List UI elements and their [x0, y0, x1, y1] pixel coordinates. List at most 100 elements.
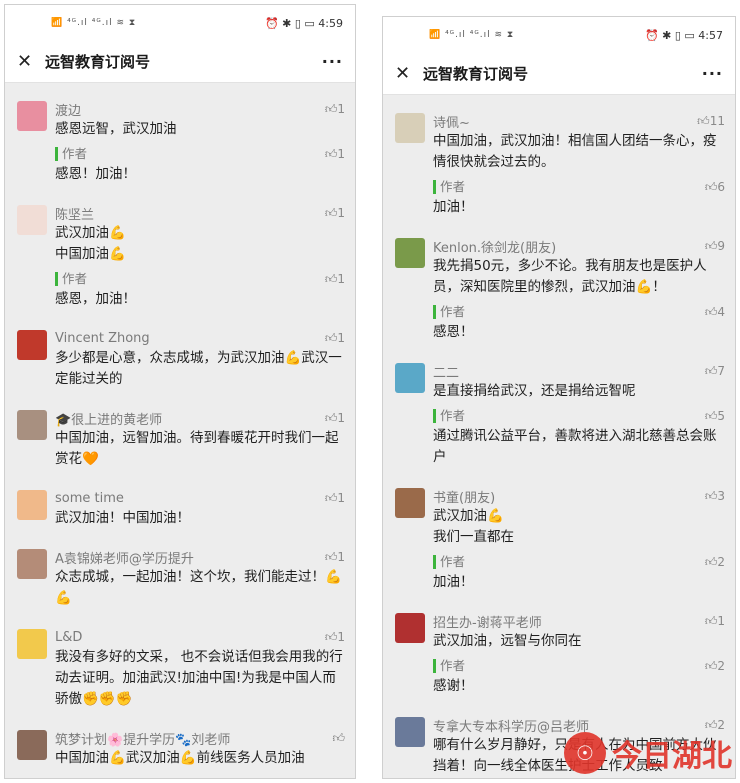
comment-header: 渡边 👍︎1	[55, 99, 345, 119]
reply-text: 通过腾讯公益平台，善款将进入湖北慈善总会账户	[433, 428, 717, 465]
thumbs-up-icon: 👍︎	[704, 179, 718, 194]
thumbs-up-icon: 👍︎	[704, 554, 718, 569]
thumbs-up-icon: 👍︎	[704, 613, 718, 628]
avatar[interactable]	[17, 490, 47, 520]
like-button[interactable]: 👍︎1	[325, 331, 345, 346]
commenter-name: Kenlon.徐剑龙(朋友)	[433, 240, 557, 256]
like-button[interactable]: 👍︎2	[705, 659, 725, 674]
avatar[interactable]	[17, 549, 47, 579]
author-label: 作者	[433, 305, 465, 319]
like-button[interactable]: 👍︎9	[705, 239, 725, 254]
like-count: 11	[709, 113, 725, 128]
status-bar: 📶 ⁴ᴳ.ıl ⁴ᴳ.ıl ≋ ⧗ ⏰ ✱ ▯ ▭ 4:59	[5, 5, 355, 41]
comment-list: 渡边 👍︎1 感恩远智，武汉加油 作者 👍︎1 感恩！加油！ 陈坚兰 👍︎1 武汉加油💪 中国加…	[5, 83, 355, 777]
comment-item: 陈坚兰 👍︎1 武汉加油💪 中国加油💪 作者 👍︎1 感恩，加油！	[5, 193, 355, 318]
thumbs-up-icon: 👍︎	[324, 490, 338, 505]
like-count: 1	[337, 271, 345, 286]
more-options-icon[interactable]: ···	[702, 64, 723, 83]
like-button[interactable]: 👍︎1	[705, 614, 725, 629]
like-button[interactable]: 👍︎1	[325, 206, 345, 221]
comment-text: 是直接捐给武汉，还是捐给远智呢	[433, 383, 636, 399]
avatar[interactable]	[17, 410, 47, 440]
comment-header: L&D 👍︎1	[55, 627, 345, 647]
comment-text: 武汉加油💪 我们一直都在	[433, 508, 514, 545]
avatar[interactable]	[395, 717, 425, 747]
thumbs-up-icon: 👍︎	[324, 205, 338, 220]
like-button[interactable]: 👍︎4	[705, 305, 725, 320]
close-icon[interactable]: ✕	[395, 63, 423, 84]
like-button[interactable]: 👍︎1	[325, 411, 345, 426]
left-phone-screenshot: 📶 ⁴ᴳ.ıl ⁴ᴳ.ıl ≋ ⧗ ⏰ ✱ ▯ ▭ 4:59 ✕ 远智教育订阅号…	[4, 4, 356, 779]
author-reply: 作者 👍︎1 感恩，加油！	[55, 269, 345, 310]
author-label: 作者	[433, 180, 465, 194]
close-icon[interactable]: ✕	[17, 51, 45, 72]
author-label: 作者	[55, 147, 87, 161]
comment-header: Kenlon.徐剑龙(朋友) 👍︎9	[433, 236, 725, 256]
avatar[interactable]	[395, 238, 425, 268]
comment-text: 众志成城，一起加油！这个坎，我们能走过！💪💪	[55, 569, 342, 606]
like-button[interactable]: 👍︎1	[325, 147, 345, 162]
avatar[interactable]	[17, 730, 47, 760]
like-button[interactable]: 👍︎1	[325, 272, 345, 287]
nav-bar: ✕ 远智教育订阅号 ···	[383, 53, 735, 95]
like-button[interactable]: 👍︎1	[325, 550, 345, 565]
clock-time: 4:59	[318, 16, 343, 30]
avatar[interactable]	[17, 205, 47, 235]
page-title: 远智教育订阅号	[45, 53, 151, 71]
author-reply: 作者 👍︎5 通过腾讯公益平台，善款将进入湖北慈善总会账户	[433, 406, 725, 468]
like-count: 1	[337, 490, 345, 505]
reply-text: 感恩！	[433, 324, 474, 340]
thumbs-up-icon: 👍︎	[324, 330, 338, 345]
watermark-logo: ☉ 今日湖北	[564, 731, 732, 775]
avatar[interactable]	[17, 330, 47, 360]
like-count: 2	[717, 658, 725, 673]
comment-body: Kenlon.徐剑龙(朋友) 👍︎9 我先捐50元，多少不论。我有朋友也是医护人员，…	[433, 236, 725, 343]
thumbs-up-icon: 👍︎	[704, 408, 718, 423]
comment-text: 感恩远智，武汉加油	[55, 121, 177, 137]
comment-header: 陈坚兰 👍︎1	[55, 203, 345, 223]
thumbs-up-icon: 👍︎	[332, 730, 345, 745]
like-button[interactable]: 👍︎1	[325, 491, 345, 506]
avatar[interactable]	[395, 363, 425, 393]
comment-item: 筑梦计划🌸提升学历🐾刘老师 👍︎ 中国加油💪武汉加油💪前线医务人员加油	[5, 718, 355, 777]
avatar[interactable]	[395, 113, 425, 143]
comment-header: 二二 👍︎7	[433, 361, 725, 381]
thumbs-up-icon: 👍︎	[324, 410, 338, 425]
author-reply: 作者 👍︎6 加油！	[433, 177, 725, 218]
comment-text: 武汉加油！中国加油！	[55, 510, 190, 526]
author-reply: 作者 👍︎1 感恩！加油！	[55, 144, 345, 185]
like-button[interactable]: 👍︎11	[697, 114, 725, 129]
author-reply: 作者 👍︎2 加油！	[433, 552, 725, 593]
like-count: 2	[717, 554, 725, 569]
like-button[interactable]: 👍︎6	[705, 180, 725, 195]
like-count: 1	[337, 101, 345, 116]
like-button[interactable]: 👍︎1	[325, 630, 345, 645]
avatar[interactable]	[395, 488, 425, 518]
more-options-icon[interactable]: ···	[322, 52, 343, 71]
signal-icons: 📶 ⁴ᴳ.ıl ⁴ᴳ.ıl ≋ ⧗	[51, 18, 137, 28]
thumbs-up-icon: 👍︎	[704, 238, 718, 253]
avatar[interactable]	[395, 613, 425, 643]
like-count: 1	[337, 205, 345, 220]
like-button[interactable]: 👍︎3	[705, 489, 725, 504]
right-phone-screenshot: 📶 ⁴ᴳ.ıl ⁴ᴳ.ıl ≋ ⧗ ⏰ ✱ ▯ ▭ 4:57 ✕ 远智教育订阅号…	[382, 16, 736, 779]
author-reply-header: 作者 👍︎5	[433, 406, 725, 426]
thumbs-up-icon: 👍︎	[324, 629, 338, 644]
avatar[interactable]	[17, 629, 47, 659]
thumbs-up-icon: 👍︎	[324, 146, 338, 161]
avatar[interactable]	[17, 101, 47, 131]
like-button[interactable]: 👍︎	[332, 731, 345, 746]
status-right: ⏰ ✱ ▯ ▭ 4:59	[265, 17, 343, 30]
like-count: 1	[337, 629, 345, 644]
author-label: 作者	[433, 659, 465, 673]
like-button[interactable]: 👍︎1	[325, 102, 345, 117]
author-reply-header: 作者 👍︎1	[55, 269, 345, 289]
comment-header: 书童(朋友) 👍︎3	[433, 486, 725, 506]
like-count: 5	[717, 408, 725, 423]
like-button[interactable]: 👍︎5	[705, 409, 725, 424]
thumbs-up-icon: 👍︎	[697, 113, 710, 128]
comment-body: 二二 👍︎7 是直接捐给武汉，还是捐给远智呢作者 👍︎5 通过腾讯公益平台，善款将进入湖…	[433, 361, 725, 468]
like-button[interactable]: 👍︎7	[705, 364, 725, 379]
like-button[interactable]: 👍︎2	[705, 555, 725, 570]
commenter-name: 书童(朋友)	[433, 490, 496, 506]
